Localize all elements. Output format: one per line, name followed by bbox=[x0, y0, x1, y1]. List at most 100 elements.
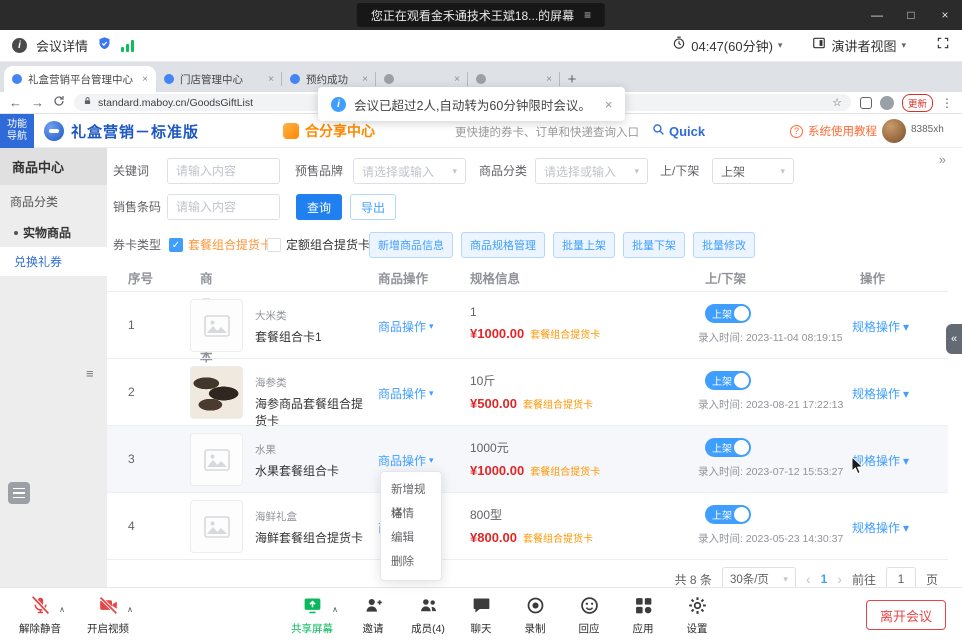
apps-button[interactable]: 应用 bbox=[618, 593, 668, 639]
tab-close-icon[interactable]: × bbox=[142, 74, 148, 85]
export-button[interactable]: 导出 bbox=[350, 194, 396, 220]
back-icon[interactable]: ← bbox=[9, 95, 22, 110]
tab-close-icon[interactable]: × bbox=[546, 74, 552, 85]
browser-update-badge[interactable]: 更新 bbox=[902, 94, 933, 112]
toast-close-icon[interactable]: × bbox=[605, 97, 613, 112]
batch-edit-button[interactable]: 批量修改 bbox=[693, 232, 755, 258]
minimize-button[interactable]: — bbox=[860, 0, 894, 30]
window-titlebar: 您正在观看金禾通技术王斌18...的屏幕 ≡ — □ × bbox=[0, 0, 962, 30]
refresh-icon[interactable] bbox=[53, 94, 65, 112]
sidebar-item-gift-voucher[interactable]: 兑换礼券 bbox=[0, 247, 107, 276]
menu-item-detail[interactable]: 详情 bbox=[381, 502, 441, 526]
add-product-button[interactable]: 新增商品信息 bbox=[369, 232, 453, 258]
product-name: 水果套餐组合卡 bbox=[255, 462, 373, 479]
search-button[interactable]: 查询 bbox=[296, 194, 342, 220]
main-content: » 关键词 预售品牌 请选择或输入 ▾ 商品分类 请选择或输入 ▾ 上/下架 上… bbox=[107, 148, 962, 587]
user-avatar[interactable] bbox=[882, 119, 906, 143]
spec-manage-button[interactable]: 商品规格管理 bbox=[461, 232, 545, 258]
product-op-dropdown[interactable]: 商品操作▾ bbox=[378, 452, 434, 469]
spec-op-dropdown[interactable]: 规格操作▾ bbox=[852, 519, 909, 536]
expand-caret-icon[interactable]: ∧ bbox=[127, 605, 133, 614]
view-mode-selector[interactable]: 演讲者视图 ▾ bbox=[812, 36, 906, 55]
tab-close-icon[interactable]: × bbox=[362, 74, 368, 85]
record-icon bbox=[525, 595, 546, 621]
browser-tab-active[interactable]: 礼盒营销平台管理中心 × bbox=[4, 66, 156, 92]
batch-off-shelf-button[interactable]: 批量下架 bbox=[623, 232, 685, 258]
tutorial-link[interactable]: ? 系统使用教程 bbox=[790, 114, 877, 148]
reaction-button[interactable]: 回应 bbox=[564, 593, 614, 639]
mic-off-icon bbox=[30, 595, 51, 621]
expand-caret-icon[interactable]: ∧ bbox=[332, 605, 338, 614]
browser-tab[interactable]: 门店管理中心 × bbox=[156, 66, 282, 92]
menu-item-edit[interactable]: 编辑 bbox=[381, 526, 441, 550]
checkbox-fixed-card-label[interactable]: 定额组合提货卡 bbox=[286, 232, 370, 258]
banner-menu-icon[interactable]: ≡ bbox=[584, 8, 591, 22]
sidebar-title: 商品中心 bbox=[0, 148, 107, 185]
brand-select[interactable]: 请选择或输入 ▾ bbox=[353, 158, 466, 184]
chat-icon bbox=[471, 595, 492, 621]
tab-close-icon[interactable]: × bbox=[268, 74, 274, 85]
menu-item-add-spec[interactable]: 新增规格 bbox=[381, 478, 441, 502]
product-category: 海参类 bbox=[255, 375, 373, 390]
browser-profile-icon[interactable] bbox=[880, 96, 894, 110]
forward-icon[interactable]: → bbox=[31, 95, 44, 110]
spec-op-dropdown[interactable]: 规格操作▾ bbox=[852, 318, 909, 335]
current-page[interactable]: 1 bbox=[821, 572, 828, 586]
product-category: 水果 bbox=[255, 442, 373, 457]
meeting-timer[interactable]: 04:47(60分钟) ▾ bbox=[672, 36, 782, 55]
page-unit-label: 页 bbox=[926, 571, 938, 588]
settings-button[interactable]: 设置 bbox=[672, 593, 722, 639]
quick-search-link[interactable]: Quick bbox=[652, 114, 705, 148]
next-page-icon[interactable]: › bbox=[837, 571, 842, 587]
floating-panel-button[interactable] bbox=[8, 482, 30, 504]
extensions-icon[interactable] bbox=[860, 97, 872, 109]
fullscreen-icon[interactable] bbox=[936, 36, 950, 55]
shelf-toggle[interactable]: 上架 bbox=[705, 438, 751, 457]
share-screen-button[interactable]: ∧ 共享屏幕 bbox=[282, 593, 342, 639]
category-select[interactable]: 请选择或输入 ▾ bbox=[535, 158, 648, 184]
apps-grid-icon bbox=[633, 595, 654, 621]
url-text: standard.maboy.cn/GoodsGiftList bbox=[98, 97, 253, 109]
product-op-dropdown[interactable]: 商品操作▾ bbox=[378, 385, 434, 402]
chat-button[interactable]: 聊天 bbox=[456, 593, 506, 639]
checkbox-fixed-card[interactable] bbox=[267, 238, 281, 252]
entry-time: 录入时间: 2023-08-21 17:22:13 bbox=[698, 397, 868, 412]
entry-time: 录入时间: 2023-07-12 15:53:27 bbox=[698, 464, 868, 479]
sidebar-item-physical-goods[interactable]: 实物商品 bbox=[0, 218, 107, 247]
leave-meeting-button[interactable]: 离开会议 bbox=[866, 600, 946, 630]
keyword-input[interactable] bbox=[167, 158, 280, 184]
unmute-button[interactable]: ∧ 解除静音 bbox=[12, 593, 68, 639]
prev-page-icon[interactable]: ‹ bbox=[806, 571, 811, 587]
sidebar-item-category[interactable]: 商品分类 bbox=[0, 185, 107, 218]
barcode-input[interactable] bbox=[167, 194, 280, 220]
record-button[interactable]: 录制 bbox=[510, 593, 560, 639]
expand-caret-icon[interactable]: ∧ bbox=[59, 605, 65, 614]
function-nav-button[interactable]: 功能 导航 bbox=[0, 114, 34, 148]
shelf-toggle[interactable]: 上架 bbox=[705, 505, 751, 524]
caret-down-icon: ▾ bbox=[903, 320, 909, 334]
shelf-select[interactable]: 上架 ▾ bbox=[712, 158, 794, 184]
browser-menu-icon[interactable]: ⋮ bbox=[941, 96, 953, 110]
bookmark-star-icon[interactable]: ☆ bbox=[832, 96, 842, 109]
card-type-tag: 套餐组合提货卡 bbox=[523, 534, 593, 545]
close-button[interactable]: × bbox=[928, 0, 962, 30]
checkbox-combo-card-label[interactable]: 套餐组合提货卡 bbox=[188, 232, 272, 258]
shelf-toggle[interactable]: 上架 bbox=[705, 304, 751, 323]
sidebar-collapse-icon[interactable]: ≡ bbox=[86, 366, 94, 381]
shelf-toggle[interactable]: 上架 bbox=[705, 371, 751, 390]
checkbox-combo-card[interactable]: ✓ bbox=[169, 238, 183, 252]
tab-close-icon[interactable]: × bbox=[454, 74, 460, 85]
product-op-dropdown[interactable]: 商品操作▾ bbox=[378, 318, 434, 335]
members-button[interactable]: 成员(4) bbox=[402, 593, 454, 639]
camera-off-icon bbox=[98, 595, 119, 621]
menu-item-delete[interactable]: 删除 bbox=[381, 550, 441, 574]
invite-button[interactable]: 邀请 bbox=[348, 593, 398, 639]
caret-down-icon: ▾ bbox=[903, 521, 909, 535]
panel-collapse-icon[interactable]: » bbox=[939, 152, 946, 167]
maximize-button[interactable]: □ bbox=[894, 0, 928, 30]
spec-op-dropdown[interactable]: 规格操作▾ bbox=[852, 385, 909, 402]
right-edge-collapse-tab[interactable]: « bbox=[946, 324, 962, 354]
meeting-details-link[interactable]: 会议详情 bbox=[36, 36, 88, 55]
batch-on-shelf-button[interactable]: 批量上架 bbox=[553, 232, 615, 258]
start-video-button[interactable]: ∧ 开启视频 bbox=[80, 593, 136, 639]
